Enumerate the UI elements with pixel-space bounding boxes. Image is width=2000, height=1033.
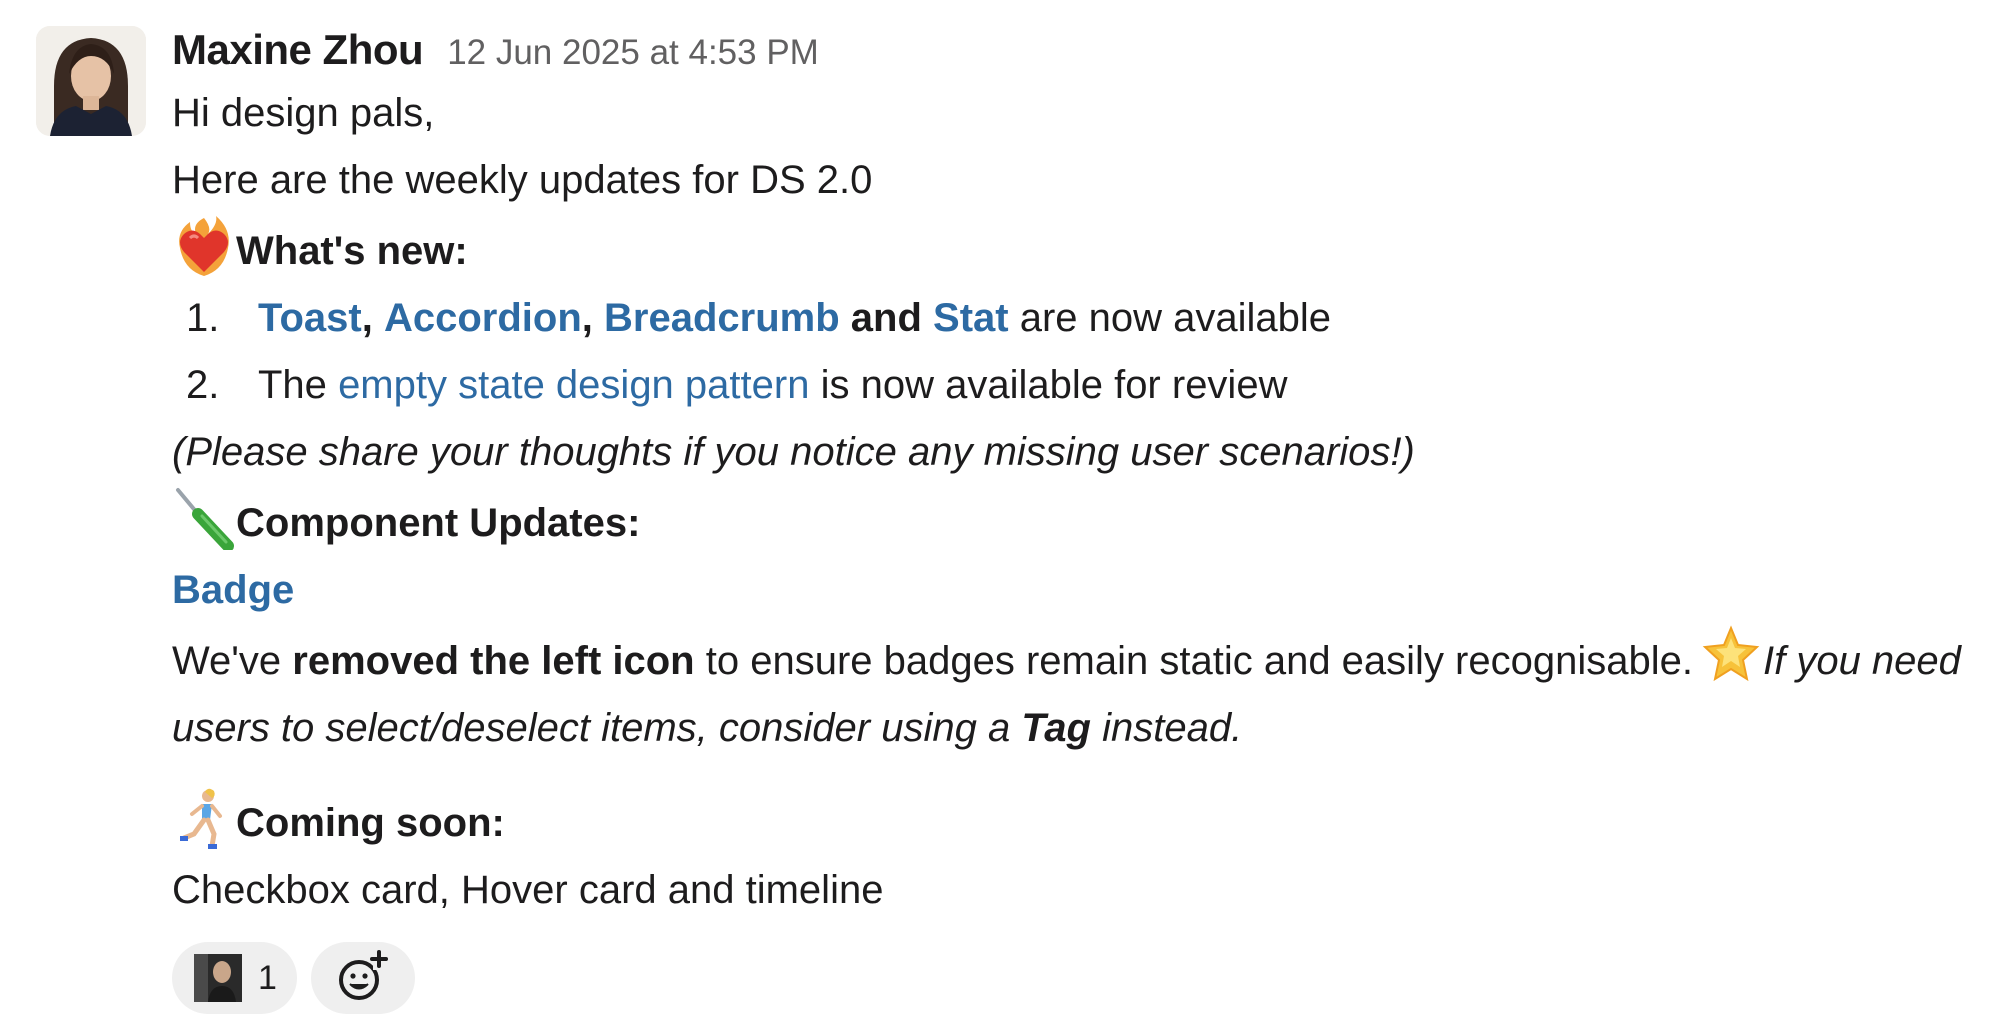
stat-link[interactable]: Stat [933, 296, 1009, 340]
list-item: 2. The empty state design pattern is now… [186, 363, 1288, 407]
woman-running-icon [172, 786, 236, 850]
message-header: Maxine Zhou 12 Jun 2025 at 4:53 PM [172, 26, 1976, 80]
screwdriver-icon [172, 486, 236, 550]
whats-new-heading: What's new: [172, 214, 1976, 285]
coming-soon-heading: Coming soon: [172, 786, 1976, 857]
add-reaction-button[interactable] [310, 942, 415, 1014]
add-reaction-icon [337, 949, 389, 1007]
reaction-count: 1 [258, 958, 277, 997]
reactions-bar: 1 [172, 942, 1976, 1014]
breadcrumb-link[interactable]: Breadcrumb [604, 296, 840, 340]
sender-name[interactable]: Maxine Zhou [172, 26, 424, 74]
glowing-star-icon [1701, 624, 1761, 684]
message: Maxine Zhou 12 Jun 2025 at 4:53 PM Hi de… [36, 26, 1976, 1014]
badge-link[interactable]: Badge [172, 568, 294, 612]
toast-link[interactable]: Toast [258, 296, 362, 340]
feedback-note: (Please share your thoughts if you notic… [172, 430, 1415, 474]
list-item: 1. Toast, Accordion, Breadcrumb and Stat… [186, 296, 1332, 340]
badge-section: Badge [172, 557, 1976, 624]
coming-soon-text: Checkbox card, Hover card and timeline [172, 868, 884, 912]
accordion-link[interactable]: Accordion [384, 296, 582, 340]
message-timestamp[interactable]: 12 Jun 2025 at 4:53 PM [447, 33, 819, 73]
reaction-pill[interactable]: 1 [172, 942, 297, 1014]
message-content: Maxine Zhou 12 Jun 2025 at 4:53 PM Hi de… [172, 26, 1976, 1014]
heart-on-fire-icon [172, 214, 236, 278]
badge-update-text: We've removed the left icon to ensure ba… [172, 624, 1982, 762]
intro-text: Here are the weekly updates for DS 2.0 [172, 158, 873, 202]
reactor-avatar [194, 954, 242, 1002]
sender-avatar[interactable] [36, 26, 146, 136]
empty-state-pattern-link[interactable]: empty state design pattern [338, 363, 809, 407]
component-updates-heading: Component Updates: [172, 486, 1976, 557]
greeting-text: Hi design pals, [172, 91, 435, 135]
